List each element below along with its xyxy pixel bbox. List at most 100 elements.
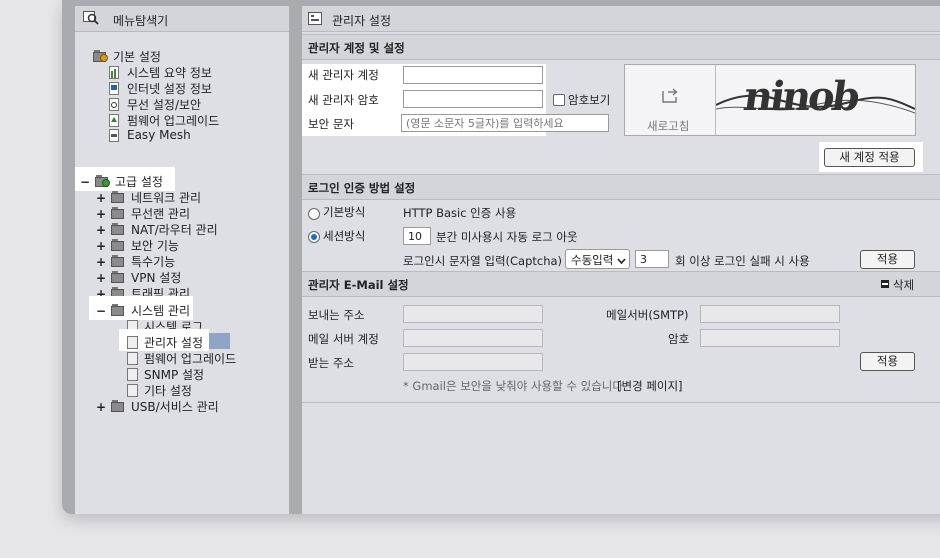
basic-auth-desc: HTTP Basic 인증 사용 <box>403 206 517 220</box>
sender-label: 보내는 주소 <box>308 308 365 322</box>
expand-toggle[interactable]: + <box>95 239 107 253</box>
content-panel: 관리자 설정 관리자 계정 및 설정 새 관리자 계정 새 관리자 암호 암호보… <box>302 6 940 514</box>
tree-item-label: 관리자 설정 <box>144 336 204 350</box>
tree-item-label: 펌웨어 업그레이드 <box>127 114 220 128</box>
tree-group-usb[interactable]: + USB/서비스 관리 <box>95 398 219 415</box>
tree-advanced-settings[interactable]: − 고급 설정 <box>79 173 163 190</box>
apply-account-button[interactable]: 새 계정 적용 <box>824 148 915 167</box>
page-title: 관리자 설정 <box>332 14 392 28</box>
folder-icon <box>111 255 126 268</box>
apply-login-button[interactable]: 적용 <box>860 250 915 269</box>
refresh-icon <box>660 85 680 105</box>
expand-toggle[interactable]: + <box>95 207 107 221</box>
tree-group-special[interactable]: + 특수기능 <box>95 253 175 270</box>
tree-group-wireless[interactable]: + 무선랜 관리 <box>95 205 190 222</box>
expand-toggle[interactable]: + <box>95 255 107 269</box>
page-icon <box>127 352 138 365</box>
captcha-mode-select[interactable]: 수동입력 <box>565 249 630 269</box>
smtp-input[interactable] <box>700 305 840 323</box>
tree-group-vpn[interactable]: + VPN 설정 <box>95 269 181 286</box>
folder-icon <box>111 271 126 284</box>
captcha-text: ninob <box>740 73 861 120</box>
email-section-header: 관리자 E-Mail 설정 삭제 <box>302 271 940 297</box>
page-icon <box>127 384 138 397</box>
tree-item-admin-settings[interactable]: 관리자 설정 <box>127 334 203 351</box>
change-page-link[interactable]: [변경 페이지] <box>617 378 683 394</box>
email-section-title: 관리자 E-Mail 설정 <box>308 278 409 292</box>
tree-basic-settings-label: 기본 설정 <box>113 50 161 64</box>
search-folder-icon <box>83 11 99 25</box>
tree-item-firmware-basic[interactable]: 펌웨어 업그레이드 <box>107 112 219 129</box>
captcha-image: ninob <box>715 65 916 135</box>
tree-item-label: Easy Mesh <box>127 128 191 142</box>
new-admin-id-input[interactable] <box>403 66 543 84</box>
tree-item-easy-mesh[interactable]: Easy Mesh <box>107 128 191 142</box>
basic-auth-radio[interactable] <box>308 208 320 220</box>
refresh-label: 새로고침 <box>647 119 690 133</box>
expand-toggle[interactable]: + <box>95 400 107 414</box>
session-desc: 분간 미사용시 자동 로그 아웃 <box>436 230 578 244</box>
tree-item-other-settings[interactable]: 기타 설정 <box>127 382 192 399</box>
mail-account-label: 메일 서버 계정 <box>308 332 379 346</box>
captcha-desc: 로그인시 문자열 입력(Captcha) <box>403 254 563 268</box>
section-bottom-divider <box>302 402 940 403</box>
folder-icon <box>111 223 126 236</box>
account-section-header: 관리자 계정 및 설정 <box>302 34 940 60</box>
tree-group-label: 특수기능 <box>131 255 176 269</box>
collapse-toggle[interactable]: − <box>79 175 91 189</box>
tree-group-label: 보안 기능 <box>131 239 179 253</box>
expand-toggle[interactable]: + <box>95 223 107 237</box>
tree-admin-selection <box>209 333 230 349</box>
sender-input[interactable] <box>403 305 543 323</box>
usb-folder-icon <box>111 400 126 413</box>
lock-icon <box>111 239 126 252</box>
tree-advanced-label: 고급 설정 <box>115 175 163 189</box>
expand-toggle[interactable]: + <box>95 271 107 285</box>
new-admin-pw-input[interactable] <box>403 90 543 108</box>
captcha-panel: 새로고침 ninob <box>624 64 916 136</box>
session-auth-radio[interactable] <box>308 231 320 243</box>
delete-button[interactable]: 삭제 <box>881 277 914 293</box>
tree-item-firmware-upgrade[interactable]: 펌웨어 업그레이드 <box>127 350 236 367</box>
tree-group-nat-router[interactable]: + NAT/라우터 관리 <box>95 221 218 238</box>
tree-group-label: 시스템 관리 <box>131 304 191 318</box>
tree-group-label: 무선랜 관리 <box>131 207 191 221</box>
mail-password-label: 암호 <box>668 332 690 346</box>
tree-group-label: VPN 설정 <box>131 271 182 285</box>
menu-explorer: 메뉴탐색기 기본 설정 시스템 요약 정보 인터넷 설정 정보 무선 설정/보안… <box>75 6 289 514</box>
expand-toggle[interactable]: + <box>95 191 107 205</box>
tree-item-label: 무선 설정/보안 <box>127 98 202 112</box>
captcha-input[interactable] <box>401 114 609 132</box>
new-admin-pw-label: 새 관리자 암호 <box>308 93 379 107</box>
menu-explorer-title: 메뉴탐색기 <box>113 14 169 28</box>
mesh-icon <box>107 128 122 142</box>
tree-item-system-summary[interactable]: 시스템 요약 정보 <box>107 64 212 81</box>
tree-basic-settings[interactable]: 기본 설정 <box>93 48 161 65</box>
menu-explorer-header: 메뉴탐색기 <box>75 6 289 32</box>
tree-group-network[interactable]: + 네트워크 관리 <box>95 189 201 206</box>
fail-desc: 회 이상 로그인 실패 시 사용 <box>675 254 810 268</box>
monitor-icon <box>107 82 122 95</box>
collapse-toggle[interactable]: − <box>95 304 107 318</box>
apply-email-button[interactable]: 적용 <box>860 352 915 371</box>
tree-item-label: 시스템 요약 정보 <box>127 66 212 80</box>
login-section-header: 로그인 인증 방법 설정 <box>302 174 940 200</box>
recipient-label: 받는 주소 <box>308 356 354 370</box>
chevron-down-icon <box>617 254 626 265</box>
tree-group-security[interactable]: + 보안 기능 <box>95 237 179 254</box>
refresh-button[interactable]: 새로고침 <box>625 65 716 135</box>
captcha-label: 보안 문자 <box>308 117 354 131</box>
session-minutes-input[interactable] <box>403 227 431 245</box>
tree-item-internet-info[interactable]: 인터넷 설정 정보 <box>107 80 212 97</box>
login-section-title: 로그인 인증 방법 설정 <box>308 181 416 195</box>
mail-account-input[interactable] <box>403 329 543 347</box>
mail-password-input[interactable] <box>700 329 840 347</box>
show-password-checkbox[interactable] <box>553 94 565 106</box>
recipient-input[interactable] <box>403 353 543 371</box>
tree-item-wireless-security[interactable]: 무선 설정/보안 <box>107 96 201 113</box>
upload-icon <box>107 114 122 127</box>
tree-item-snmp[interactable]: SNMP 설정 <box>127 366 204 383</box>
fail-count-input[interactable] <box>635 250 669 268</box>
tree-group-system[interactable]: − 시스템 관리 <box>95 302 190 319</box>
minus-box-icon <box>881 280 889 288</box>
